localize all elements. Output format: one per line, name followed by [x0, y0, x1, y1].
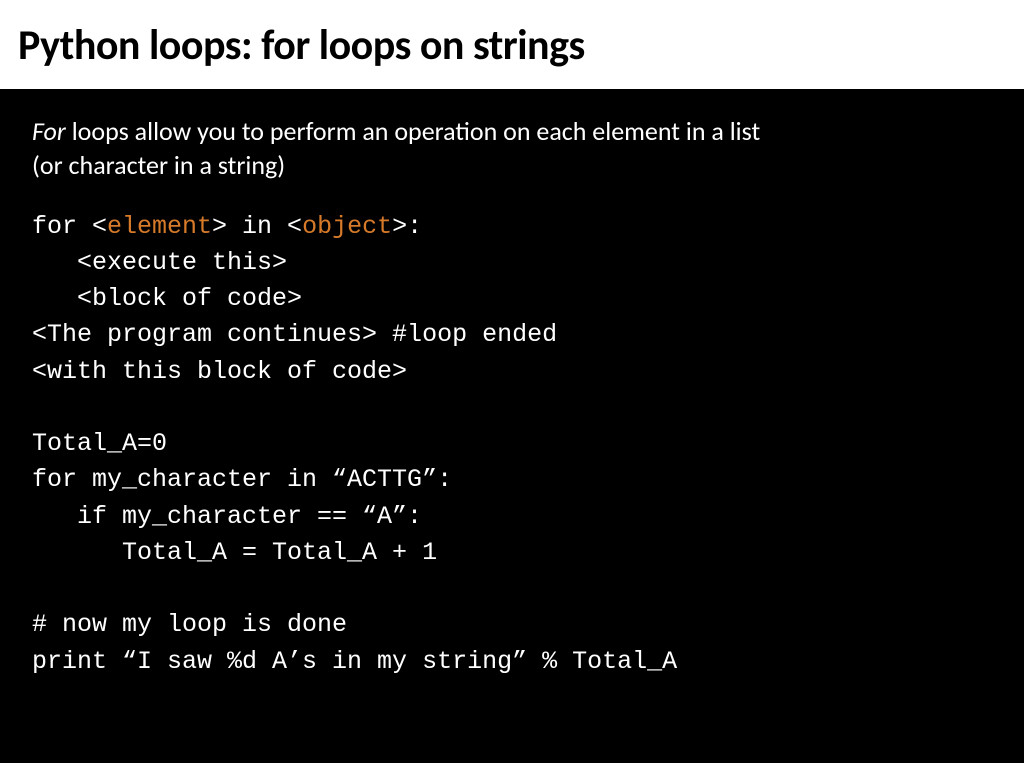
code-line-1: for <element> in <object>: [32, 212, 422, 241]
code-line-6: Total_A=0 [32, 429, 167, 458]
highlight-element: element [107, 212, 212, 241]
code-line-9: Total_A = Total_A + 1 [32, 538, 437, 567]
title-bar: Python loops: for loops on strings [0, 0, 1024, 89]
code-line-5: <with this block of code> [32, 357, 407, 386]
intro-rest: loops allow you to perform an operation … [32, 115, 760, 181]
code-line-4: <The program continues> #loop ended [32, 320, 557, 349]
code-line-7: for my_character in “ACTTG”: [32, 465, 452, 494]
code-block: for <element> in <object>: <execute this… [32, 209, 992, 680]
intro-paragraph: For loops allow you to perform an operat… [32, 115, 792, 183]
code-line-11: print “I saw %d A’s in my string” % Tota… [32, 647, 677, 676]
code-line-3: <block of code> [32, 284, 302, 313]
slide-title: Python loops: for loops on strings [18, 20, 1006, 71]
code-line-2: <execute this> [32, 248, 287, 277]
slide-content: For loops allow you to perform an operat… [0, 89, 1024, 763]
code-line-10: # now my loop is done [32, 610, 347, 639]
highlight-object: object [302, 212, 392, 241]
intro-italic: For [32, 115, 66, 147]
code-line-8: if my_character == “A”: [32, 502, 422, 531]
